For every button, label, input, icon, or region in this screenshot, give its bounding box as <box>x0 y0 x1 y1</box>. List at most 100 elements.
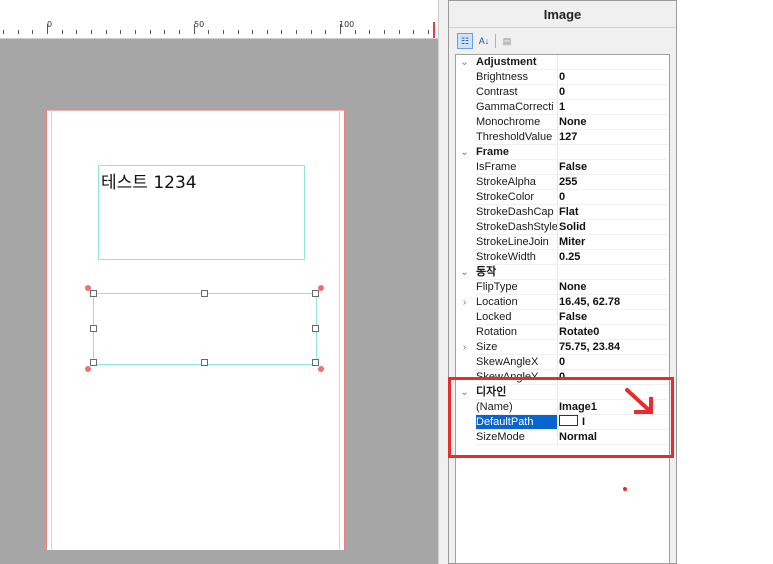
prop-value[interactable]: 255 <box>559 175 669 190</box>
prop-name: IsFrame <box>476 160 557 175</box>
alphabetical-icon[interactable]: A↓ <box>476 33 492 49</box>
property-pages-icon[interactable]: ▤ <box>499 33 515 49</box>
prop-name: StrokeWidth <box>476 250 557 265</box>
prop-value[interactable]: 0 <box>559 70 669 85</box>
annotation-arrow-icon <box>625 388 653 414</box>
collapse-icon[interactable]: ⌄ <box>456 145 473 160</box>
prop-row-monochrome[interactable]: Monochrome None <box>456 115 669 130</box>
page-top-edge <box>47 110 344 111</box>
text-element[interactable]: 테스트 1234 <box>98 165 305 260</box>
prop-value[interactable]: None <box>559 115 669 130</box>
prop-name: SkewAngleX <box>476 355 557 370</box>
ruler-tick <box>61 30 63 34</box>
expand-icon[interactable]: › <box>456 340 473 355</box>
prop-value[interactable]: 0 <box>559 355 669 370</box>
prop-row-skewx[interactable]: SkewAngleX 0 <box>456 355 669 370</box>
prop-value[interactable]: 127 <box>559 130 669 145</box>
prop-row-rotation[interactable]: Rotation Rotate0 <box>456 325 669 340</box>
resize-handle-top[interactable] <box>201 290 208 297</box>
ruler-mark-100: 100 <box>339 20 355 29</box>
ruler-mark-50: 50 <box>194 20 205 29</box>
resize-handle-left[interactable] <box>90 325 97 332</box>
prop-row-fliptype[interactable]: FlipType None <box>456 280 669 295</box>
prop-row-strokedashcap[interactable]: StrokeDashCap Flat <box>456 205 669 220</box>
rotate-handle-bl[interactable] <box>85 366 91 372</box>
ruler-tick <box>354 30 356 34</box>
category-adjustment[interactable]: ⌄ Adjustment <box>456 55 669 70</box>
prop-name: Locked <box>476 310 557 325</box>
page-margin-right <box>339 110 340 550</box>
prop-row-brightness[interactable]: Brightness 0 <box>456 70 669 85</box>
prop-value[interactable]: Solid <box>559 220 669 235</box>
ruler-tick <box>3 30 4 34</box>
property-toolbar: ☷ A↓ ▤ <box>457 32 515 50</box>
prop-name: Contrast <box>476 85 557 100</box>
resize-handle-right[interactable] <box>312 325 319 332</box>
ruler-position-marker <box>433 22 435 38</box>
prop-name: Brightness <box>476 70 557 85</box>
prop-name: Size <box>476 340 557 355</box>
ruler-tick <box>340 24 341 34</box>
prop-name: StrokeLineJoin <box>476 235 557 250</box>
prop-value[interactable]: 1 <box>559 100 669 115</box>
category-behavior[interactable]: ⌄ 동작 <box>456 265 669 280</box>
category-label: Adjustment <box>476 55 666 70</box>
prop-row-strokelinejoin[interactable]: StrokeLineJoin Miter <box>456 235 669 250</box>
prop-row-isframe[interactable]: IsFrame False <box>456 160 669 175</box>
ruler-tick <box>208 30 210 34</box>
prop-value[interactable]: 16.45, 62.78 <box>559 295 669 310</box>
panel-title: Image <box>449 1 676 28</box>
prop-name: ThresholdValue <box>476 130 557 145</box>
ruler-tick <box>134 30 136 34</box>
ruler-tick <box>120 30 122 34</box>
annotation-dot <box>623 487 627 491</box>
expand-icon[interactable]: › <box>456 295 473 310</box>
prop-row-threshold[interactable]: ThresholdValue 127 <box>456 130 669 145</box>
collapse-icon[interactable]: ⌄ <box>456 55 473 70</box>
ruler-tick <box>427 30 429 34</box>
prop-row-location[interactable]: › Location 16.45, 62.78 <box>456 295 669 310</box>
collapse-icon[interactable]: ⌄ <box>456 265 473 280</box>
prop-value[interactable]: False <box>559 160 669 175</box>
resize-handle-bl[interactable] <box>90 359 97 366</box>
ruler-tick <box>237 30 239 34</box>
resize-handle-bottom[interactable] <box>201 359 208 366</box>
prop-name: GammaCorrecti <box>476 100 557 115</box>
prop-row-locked[interactable]: Locked False <box>456 310 669 325</box>
prop-value[interactable]: Rotate0 <box>559 325 669 340</box>
ruler-tick <box>47 24 48 34</box>
resize-handle-br[interactable] <box>312 359 319 366</box>
prop-value[interactable]: None <box>559 280 669 295</box>
ruler-tick <box>398 30 400 34</box>
resize-handle-tl[interactable] <box>90 290 97 297</box>
prop-row-gamma[interactable]: GammaCorrecti 1 <box>456 100 669 115</box>
categorized-icon[interactable]: ☷ <box>457 33 473 49</box>
category-frame[interactable]: ⌄ Frame <box>456 145 669 160</box>
prop-value[interactable]: Flat <box>559 205 669 220</box>
prop-name: StrokeColor <box>476 190 557 205</box>
resize-handle-tr[interactable] <box>312 290 319 297</box>
prop-value[interactable]: 0 <box>559 190 669 205</box>
image-element[interactable] <box>93 293 317 365</box>
prop-value[interactable]: 75.75, 23.84 <box>559 340 669 355</box>
prop-row-size[interactable]: › Size 75.75, 23.84 <box>456 340 669 355</box>
prop-row-contrast[interactable]: Contrast 0 <box>456 85 669 100</box>
rotate-handle-tl[interactable] <box>85 285 91 291</box>
ruler-tick <box>76 30 78 34</box>
prop-name: FlipType <box>476 280 557 295</box>
prop-value[interactable]: 0 <box>559 85 669 100</box>
prop-row-strokedashstyle[interactable]: StrokeDashStyle Solid <box>456 220 669 235</box>
ruler-tick <box>325 30 327 34</box>
ruler-tick <box>149 30 151 34</box>
rotate-handle-tr[interactable] <box>318 285 324 291</box>
rotate-handle-br[interactable] <box>318 366 324 372</box>
prop-value[interactable]: Miter <box>559 235 669 250</box>
prop-row-strokealpha[interactable]: StrokeAlpha 255 <box>456 175 669 190</box>
prop-value[interactable]: 0.25 <box>559 250 669 265</box>
ruler-tick <box>369 30 371 34</box>
prop-row-strokewidth[interactable]: StrokeWidth 0.25 <box>456 250 669 265</box>
prop-value[interactable]: False <box>559 310 669 325</box>
toolbar-divider <box>495 34 496 48</box>
ruler-tick <box>266 30 268 34</box>
prop-row-strokecolor[interactable]: StrokeColor 0 <box>456 190 669 205</box>
